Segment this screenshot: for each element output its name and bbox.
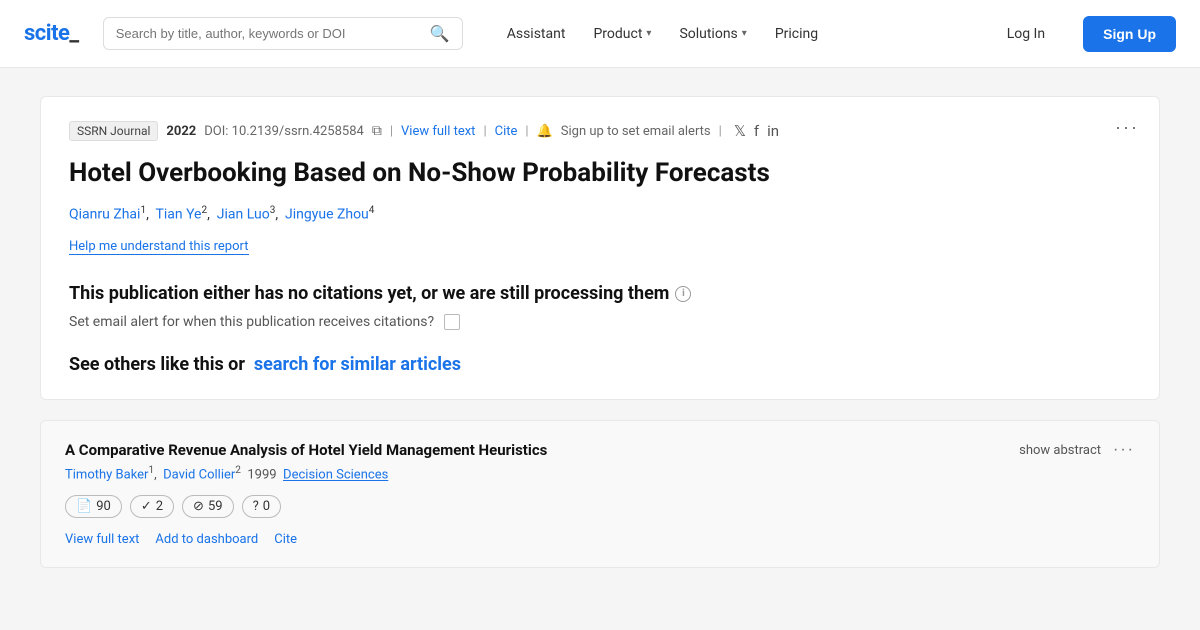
author-1[interactable]: Qianru Zhai [69,206,140,222]
info-icon[interactable]: i [675,286,691,302]
article-doi: DOI: 10.2139/ssrn.4258584 [204,124,364,139]
article-card: ··· SSRN Journal 2022 DOI: 10.2139/ssrn.… [40,96,1160,400]
article-title: Hotel Overbooking Based on No-Show Proba… [69,157,1131,191]
related-meta: Timothy Baker1, David Collier2 1999 Deci… [65,465,1135,482]
related-cite[interactable]: Cite [274,532,297,547]
related-journal-link[interactable]: Decision Sciences [283,468,388,483]
signup-button[interactable]: Sign Up [1083,16,1176,52]
related-author-1[interactable]: Timothy Baker [65,468,148,483]
related-view-full-text[interactable]: View full text [65,532,139,547]
related-title: A Comparative Revenue Analysis of Hotel … [65,441,1019,459]
bottom-links: View full text Add to dashboard Cite [65,532,1135,547]
journal-badge: SSRN Journal [69,121,158,141]
view-full-text-link[interactable]: View full text [401,124,475,139]
nav-product[interactable]: Product ▾ [581,18,663,50]
cite-link[interactable]: Cite [495,124,518,139]
show-abstract-button[interactable]: show abstract [1019,443,1101,458]
search-input[interactable] [116,26,430,41]
related-header: A Comparative Revenue Analysis of Hotel … [65,441,1135,459]
search-icon[interactable]: 🔍 [430,24,450,43]
related-author-2[interactable]: David Collier [163,468,235,483]
check-icon: ✓ [141,499,152,514]
related-more-button[interactable]: ··· [1113,441,1135,459]
author-4[interactable]: Jingyue Zhou [285,206,369,222]
alert-text: Sign up to set email alerts [561,124,711,139]
navbar: scite_ 🔍 Assistant Product ▾ Solutions ▾… [0,0,1200,68]
nav-links: Assistant Product ▾ Solutions ▾ Pricing [495,18,830,50]
see-others: See others like this or search for simil… [69,354,1131,375]
article-meta-row: SSRN Journal 2022 DOI: 10.2139/ssrn.4258… [69,121,1131,141]
article-year: 2022 [166,124,196,139]
logo[interactable]: scite_ [24,21,79,46]
linkedin-icon[interactable]: in [767,122,779,140]
related-add-dashboard[interactable]: Add to dashboard [155,532,258,547]
social-icons: 𝕏 f in [734,122,779,140]
nav-solutions[interactable]: Solutions ▾ [667,18,758,50]
badge-contrasting: ⊘ 59 [182,495,234,518]
question-icon: ? [253,499,259,514]
nav-assistant[interactable]: Assistant [495,18,578,50]
related-section: A Comparative Revenue Analysis of Hotel … [40,420,1160,567]
facebook-icon[interactable]: f [754,122,759,140]
email-alert-row: Set email alert for when this publicatio… [69,314,1131,330]
no-citations-section: This publication either has no citations… [69,283,1131,330]
search-similar-link[interactable]: search for similar articles [254,354,461,375]
document-icon: 📄 [76,499,92,514]
twitter-icon[interactable]: 𝕏 [734,122,746,140]
solutions-chevron-icon: ▾ [742,28,747,39]
badge-mentioning: ? 0 [242,495,281,518]
contrast-icon: ⊘ [193,499,204,514]
product-chevron-icon: ▾ [646,28,651,39]
author-3[interactable]: Jian Luo [217,206,270,222]
email-alert-checkbox[interactable] [444,314,460,330]
bell-icon: 🔔 [537,124,553,139]
badge-supporting: ✓ 2 [130,495,174,518]
more-options-button[interactable]: ··· [1115,117,1139,138]
related-item: A Comparative Revenue Analysis of Hotel … [65,441,1135,546]
authors: Qianru Zhai1, Tian Ye2, Jian Luo3, Jingy… [69,205,1131,223]
badge-document: 📄 90 [65,495,122,518]
no-cite-text: This publication either has no citations… [69,283,1131,304]
nav-pricing[interactable]: Pricing [763,18,830,50]
search-bar: 🔍 [103,17,463,50]
copy-icon[interactable]: ⧉ [372,123,382,139]
help-link[interactable]: Help me understand this report [69,239,249,255]
main-content: ··· SSRN Journal 2022 DOI: 10.2139/ssrn.… [20,68,1180,596]
login-button[interactable]: Log In [993,18,1059,50]
badges: 📄 90 ✓ 2 ⊘ 59 ? 0 [65,495,1135,518]
author-2[interactable]: Tian Ye [156,206,202,222]
